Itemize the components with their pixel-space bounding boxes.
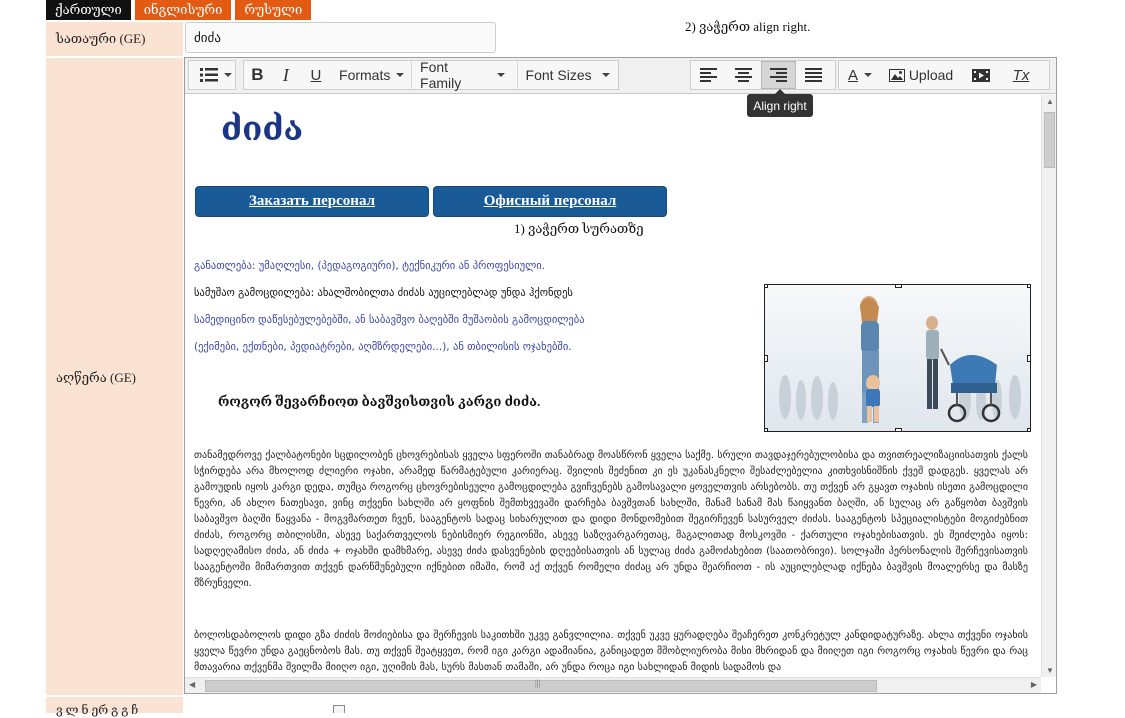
requirement-line: სამედიცინო დაწესებულებებში, ან საბავშვო … [194,314,585,326]
resize-handle[interactable] [1027,355,1030,362]
formats-dropdown[interactable]: Formats [331,61,411,89]
media-button[interactable] [961,61,1001,89]
list-group [188,60,236,90]
description-label: აღწერა (GE) [56,370,137,385]
scroll-right-icon[interactable]: ▶ [1031,680,1037,689]
body-paragraph: თანამედროვე ქალბატონები სცდილობენ ცხოვრე… [194,450,1028,589]
grip-icon: ||| [535,678,541,688]
text-color-icon: A [847,66,858,84]
upload-button[interactable]: Upload [881,61,961,89]
underline-button[interactable]: U [301,61,331,89]
font-sizes-dropdown[interactable]: Font Sizes [516,61,619,89]
tab-georgian[interactable]: ქართული [46,0,131,20]
description-label-cell: აღწერა (GE) [46,58,183,695]
subheading: როგორ შევარჩიოთ ბავშვისთვის კარგი ძიძა. [218,394,541,409]
chevron-down-icon [496,73,505,77]
bold-icon: B [251,65,264,84]
instruction-note-align-right: 2) ვაჭერთ align right. [685,19,811,34]
align-center-icon [735,68,752,82]
image-icon [888,68,905,82]
chevron-down-icon [224,73,232,77]
list-button[interactable] [189,61,235,89]
rich-text-editor: B I U Formats Font Family Font Sizes A U… [184,57,1057,694]
align-right-button[interactable] [761,61,796,89]
scroll-thumb[interactable] [205,680,877,692]
underline-icon: U [310,66,322,84]
mother-child-photo [765,285,1030,431]
horizontal-scrollbar[interactable]: ◀ ||| ▶ [185,677,1041,693]
font-sizes-label: Font Sizes [525,67,592,83]
language-tabs: ქართული ინგლისური რუსული [46,0,312,20]
align-left-button[interactable] [691,61,726,89]
text-color-button[interactable]: A [839,61,881,89]
vertical-scrollbar[interactable]: ▲ ▼ [1041,95,1056,677]
scroll-down-icon[interactable]: ▼ [1046,666,1054,675]
align-left-icon [700,68,717,82]
clear-format-button[interactable]: Tx [1001,61,1041,89]
body-paragraph: ბოლოსდაბოლოს დიდი გზა ძიძის მოძიებისა და… [194,630,1028,673]
resize-handle[interactable] [765,428,768,431]
chevron-down-icon [396,73,405,77]
order-staff-button[interactable]: Заказать персонал [195,186,429,217]
align-group [690,60,836,90]
format-group: B I U Formats Font Family Font Sizes [243,59,619,91]
insert-group: A Upload Tx [838,60,1050,90]
align-right-icon [770,68,787,82]
upload-label: Upload [908,67,954,83]
scroll-up-icon[interactable]: ▲ [1046,97,1054,106]
scroll-left-icon[interactable]: ◀ [189,680,195,689]
tab-english[interactable]: ინგლისური [134,0,232,20]
editor-toolbar: B I U Formats Font Family Font Sizes A U… [185,58,1056,94]
italic-icon: I [282,64,289,85]
requirement-line: (ექიმები, ექთნები, პედიატრები, აღმზრდელე… [194,341,572,353]
media-icon [972,68,990,82]
align-justify-icon [805,68,822,82]
requirement-line: სამუშაო გამოცდილება: ახალშობილთა ძიძას ა… [194,287,573,299]
logo-text: ძიძა [221,109,304,148]
font-family-label: Font Family [420,59,462,91]
italic-button[interactable]: I [271,61,301,89]
align-center-button[interactable] [726,61,761,89]
chevron-down-icon [864,73,872,77]
resize-handle[interactable] [765,285,768,288]
formats-label: Formats [339,67,391,83]
resize-handle[interactable] [895,285,902,288]
resize-handle[interactable] [895,428,902,431]
office-staff-button[interactable]: Офисный персонал [433,186,667,217]
align-justify-button[interactable] [796,61,831,89]
list-icon [200,68,218,82]
font-family-dropdown[interactable]: Font Family [411,59,513,91]
checkbox[interactable] [333,705,345,713]
bold-button[interactable]: B [244,61,271,89]
clear-format-icon: Tx [1012,66,1030,84]
requirement-line: განათლება: უმაღლესი, (პედაგოგიური), ტექნ… [194,260,546,272]
resize-handle[interactable] [1027,285,1030,288]
resize-handle[interactable] [765,355,768,362]
next-row-label: ვ ლ ნ ერ გ გ ჩ [46,697,183,717]
title-input[interactable] [185,22,496,53]
editor-content[interactable]: ძიძა Заказать персонал Офисный персонал … [185,95,1041,677]
title-label: სათაური (GE) [46,22,183,56]
resize-handle[interactable] [1027,428,1030,431]
chevron-down-icon [602,73,611,77]
instruction-note-click-image: 1) ვაჭერთ სურათზე [514,221,644,236]
selected-image[interactable] [764,284,1031,432]
scroll-thumb[interactable] [1044,112,1055,168]
tab-russian[interactable]: რუსული [235,0,312,20]
